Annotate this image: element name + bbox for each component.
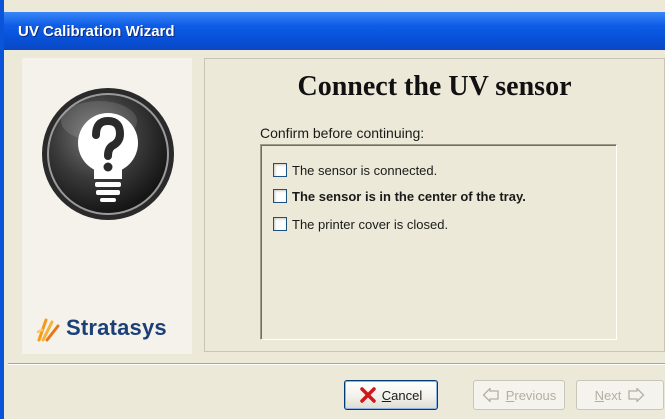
right-arrow-icon [628, 388, 645, 402]
next-button[interactable]: Next [576, 380, 664, 410]
left-arrow-icon [482, 388, 499, 402]
checklist-item-label: The sensor is in the center of the tray. [292, 188, 526, 204]
red-x-icon [360, 387, 376, 403]
previous-button-label: Previous [505, 387, 557, 403]
checkbox[interactable] [273, 163, 287, 177]
checklist-box: The sensor is connected. The sensor is i… [260, 144, 617, 340]
checklist-item-sensor-centered[interactable]: The sensor is in the center of the tray. [273, 186, 526, 206]
question-lightbulb-icon [42, 88, 174, 220]
window-title: UV Calibration Wizard [18, 23, 175, 40]
button-separator [8, 363, 665, 365]
wizard-body: Stratasys Connect the UV sensor Confirm … [8, 50, 665, 419]
confirm-label: Confirm before continuing: [260, 125, 425, 141]
brand-name: Stratasys [66, 315, 167, 340]
title-bar[interactable]: UV Calibration Wizard [4, 12, 665, 50]
checklist-item-label: The sensor is connected. [292, 162, 438, 178]
logo-panel: Stratasys [22, 58, 192, 354]
wizard-window: UV Calibration Wizard Stratasys Connect … [0, 0, 665, 419]
stratasys-flame-icon [36, 318, 60, 342]
checklist-item-label: The printer cover is closed. [292, 216, 449, 232]
previous-button[interactable]: Previous [473, 380, 565, 410]
checkbox[interactable] [273, 189, 287, 203]
brand-logo: Stratasys [36, 314, 167, 342]
cancel-button[interactable]: Cancel [344, 380, 438, 410]
checklist-item-cover-closed[interactable]: The printer cover is closed. [273, 214, 448, 234]
content-panel: Connect the UV sensor Confirm before con… [204, 58, 665, 352]
checklist-item-sensor-connected[interactable]: The sensor is connected. [273, 160, 437, 180]
next-button-label: Next [594, 387, 622, 403]
checkbox[interactable] [273, 217, 287, 231]
page-title: Connect the UV sensor [297, 71, 572, 102]
cancel-button-label: Cancel [381, 387, 423, 403]
